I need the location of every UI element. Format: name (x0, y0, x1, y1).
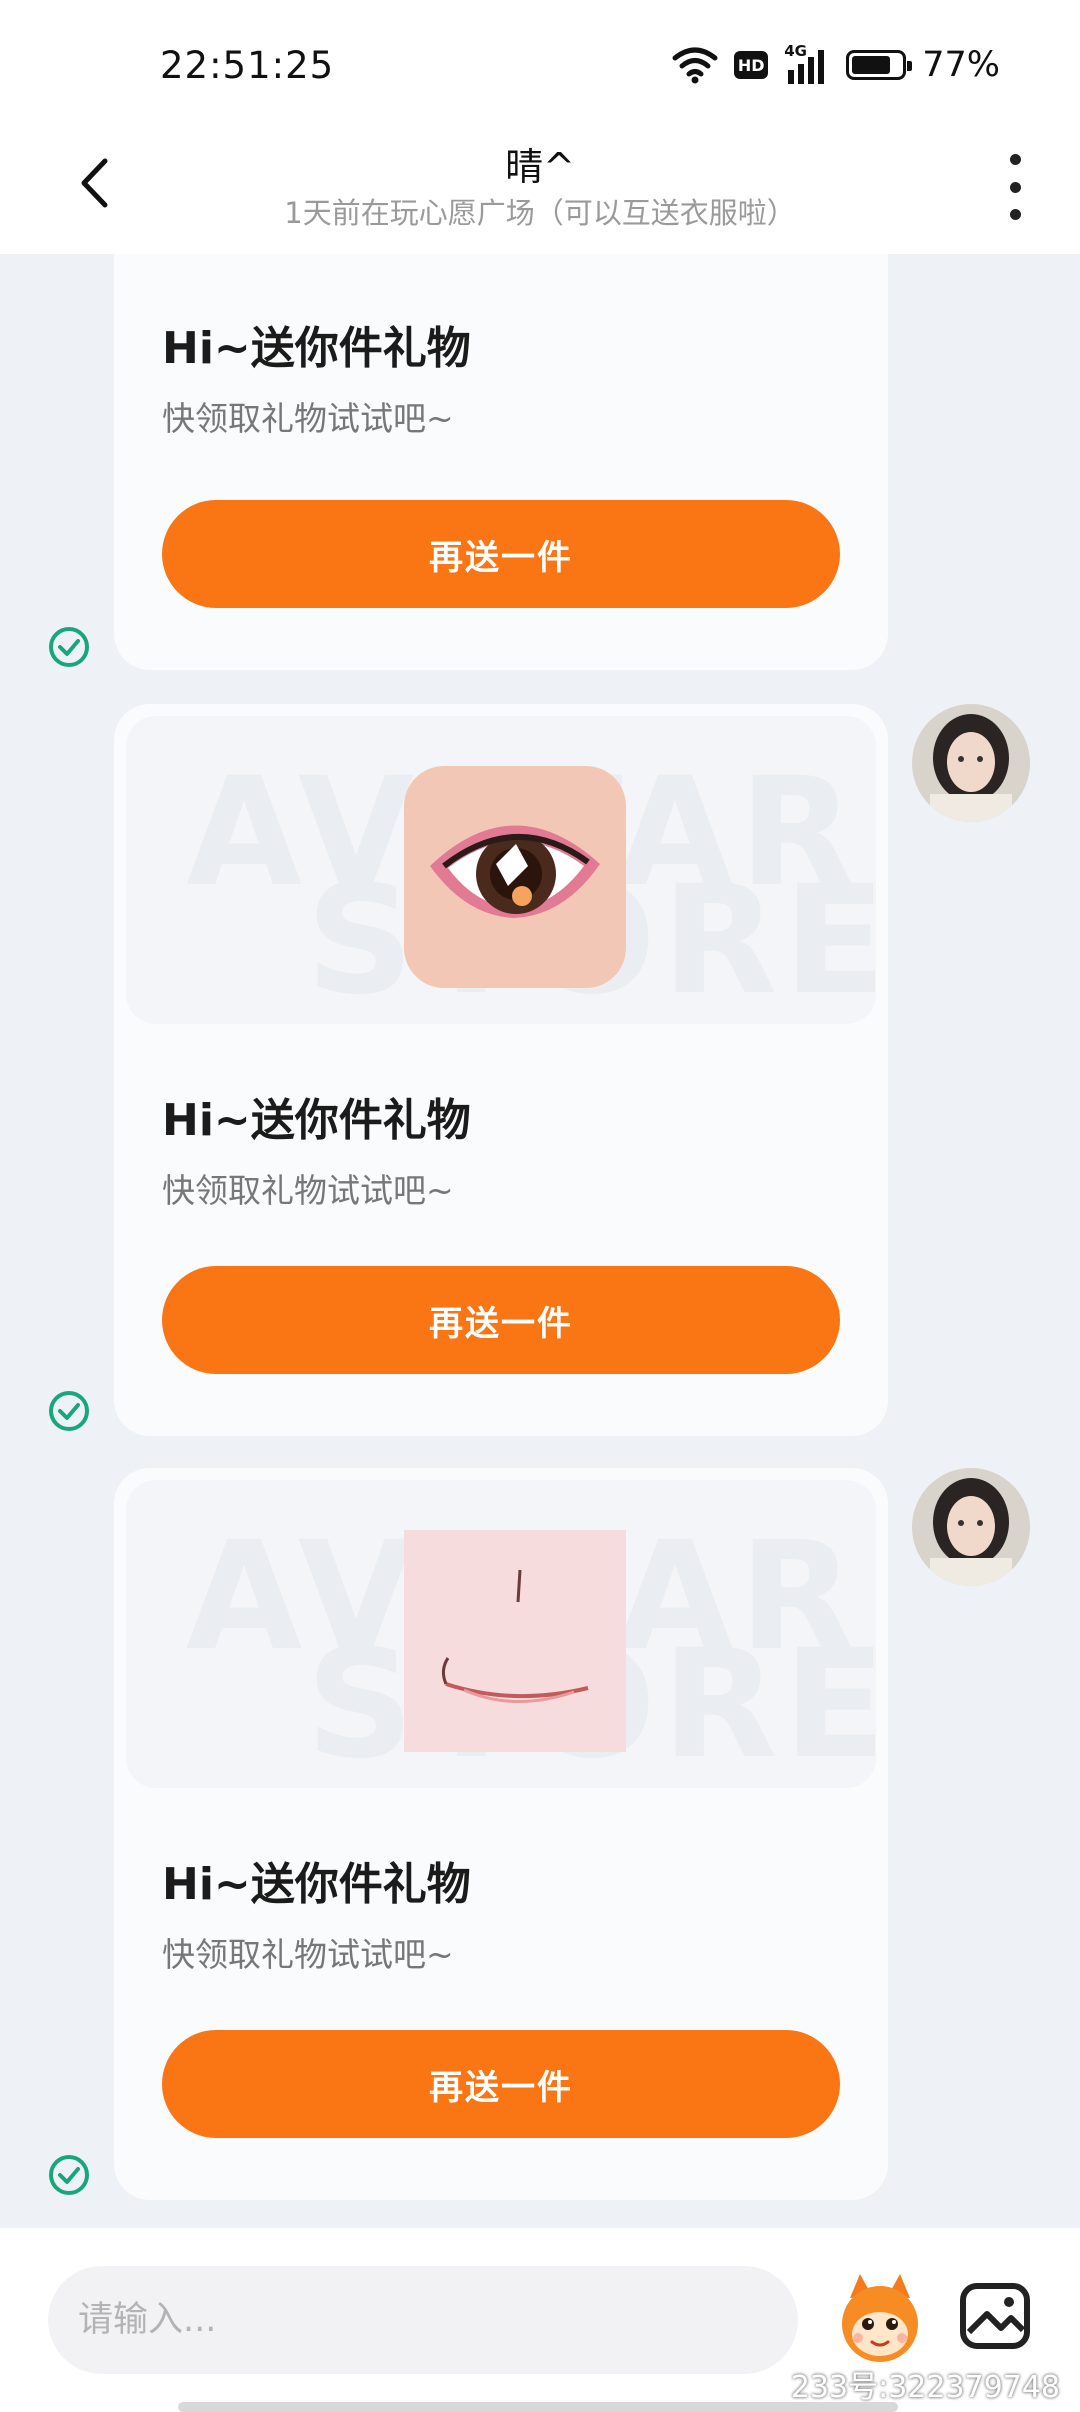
gift-title: Hi~送你件礼物 (162, 1095, 471, 1146)
gift-message: Hi~送你件礼物 快领取礼物试试吧~ 再送一件 (114, 254, 888, 670)
gift-description: 快领取礼物试试吧~ (162, 399, 454, 438)
emoji-mascot-button[interactable] (830, 2268, 930, 2368)
chat-title: 晴^ (505, 145, 575, 189)
status-time: 22:51:25 (160, 44, 335, 87)
system-nav-bar[interactable] (178, 2402, 898, 2412)
resend-gift-button[interactable]: 再送一件 (162, 2030, 840, 2138)
gift-message: AVATAR STORE Hi~送你件礼物 快领取礼物试试吧~ 再送一件 (114, 1468, 888, 2200)
avatar-image (912, 1468, 1030, 1586)
gift-title: Hi~送你件礼物 (162, 1859, 471, 1910)
signal-icon: 4G (784, 42, 830, 84)
gift-description: 快领取礼物试试吧~ (162, 1171, 454, 1210)
user-avatar[interactable] (912, 1468, 1030, 1586)
input-bar: 233号:322379748 (0, 2228, 1080, 2412)
chat-subtitle: 1天前在玩心愿广场（可以互送衣服啦） (284, 196, 796, 230)
gift-description: 快领取礼物试试吧~ (162, 1935, 454, 1974)
status-icons: HD 4G 77% (672, 42, 1000, 88)
resend-gift-button[interactable]: 再送一件 (162, 1266, 840, 1374)
avatar-image (912, 704, 1030, 822)
eye-icon (430, 825, 600, 918)
mouth-icon (441, 1569, 589, 1704)
chat-header: 晴^ 1天前在玩心愿广场（可以互送衣服啦） (0, 128, 1080, 254)
eye-gift-image[interactable] (404, 766, 626, 988)
resend-gift-button[interactable]: 再送一件 (162, 500, 840, 608)
more-options-button[interactable] (1000, 154, 1030, 220)
mascot-icon (842, 2274, 918, 2362)
sent-check-icon (49, 1391, 89, 1431)
mouth-gift-image[interactable] (404, 1530, 626, 1752)
more-dot-icon (1009, 209, 1021, 220)
message-input[interactable] (48, 2266, 798, 2374)
send-image-button[interactable] (955, 2276, 1035, 2356)
sent-check-icon (49, 2155, 89, 2195)
gift-image-panel: AVATAR STORE (126, 716, 876, 1024)
user-avatar[interactable] (912, 704, 1030, 822)
battery-icon (846, 50, 913, 80)
sent-check-icon (49, 627, 89, 667)
more-dot-icon (1009, 154, 1021, 165)
image-icon (960, 2283, 1030, 2349)
more-dot-icon (1009, 181, 1021, 193)
chat-area[interactable]: Hi~送你件礼物 快领取礼物试试吧~ 再送一件 AVATAR STORE (0, 254, 1080, 2228)
wifi-icon (672, 47, 718, 84)
network-type: 4G (784, 42, 807, 60)
battery-percent: 77% (922, 45, 1000, 85)
gift-image-panel: AVATAR STORE (126, 1480, 876, 1788)
gift-message: AVATAR STORE Hi~送你件礼物 快领取礼物试试吧~ 再送一件 (114, 704, 888, 1436)
account-watermark: 233号:322379748 (790, 2370, 1060, 2405)
hd-badge: HD (734, 51, 769, 79)
gift-title: Hi~送你件礼物 (162, 323, 471, 374)
status-bar: 22:51:25 HD 4G 77% (0, 0, 1080, 128)
